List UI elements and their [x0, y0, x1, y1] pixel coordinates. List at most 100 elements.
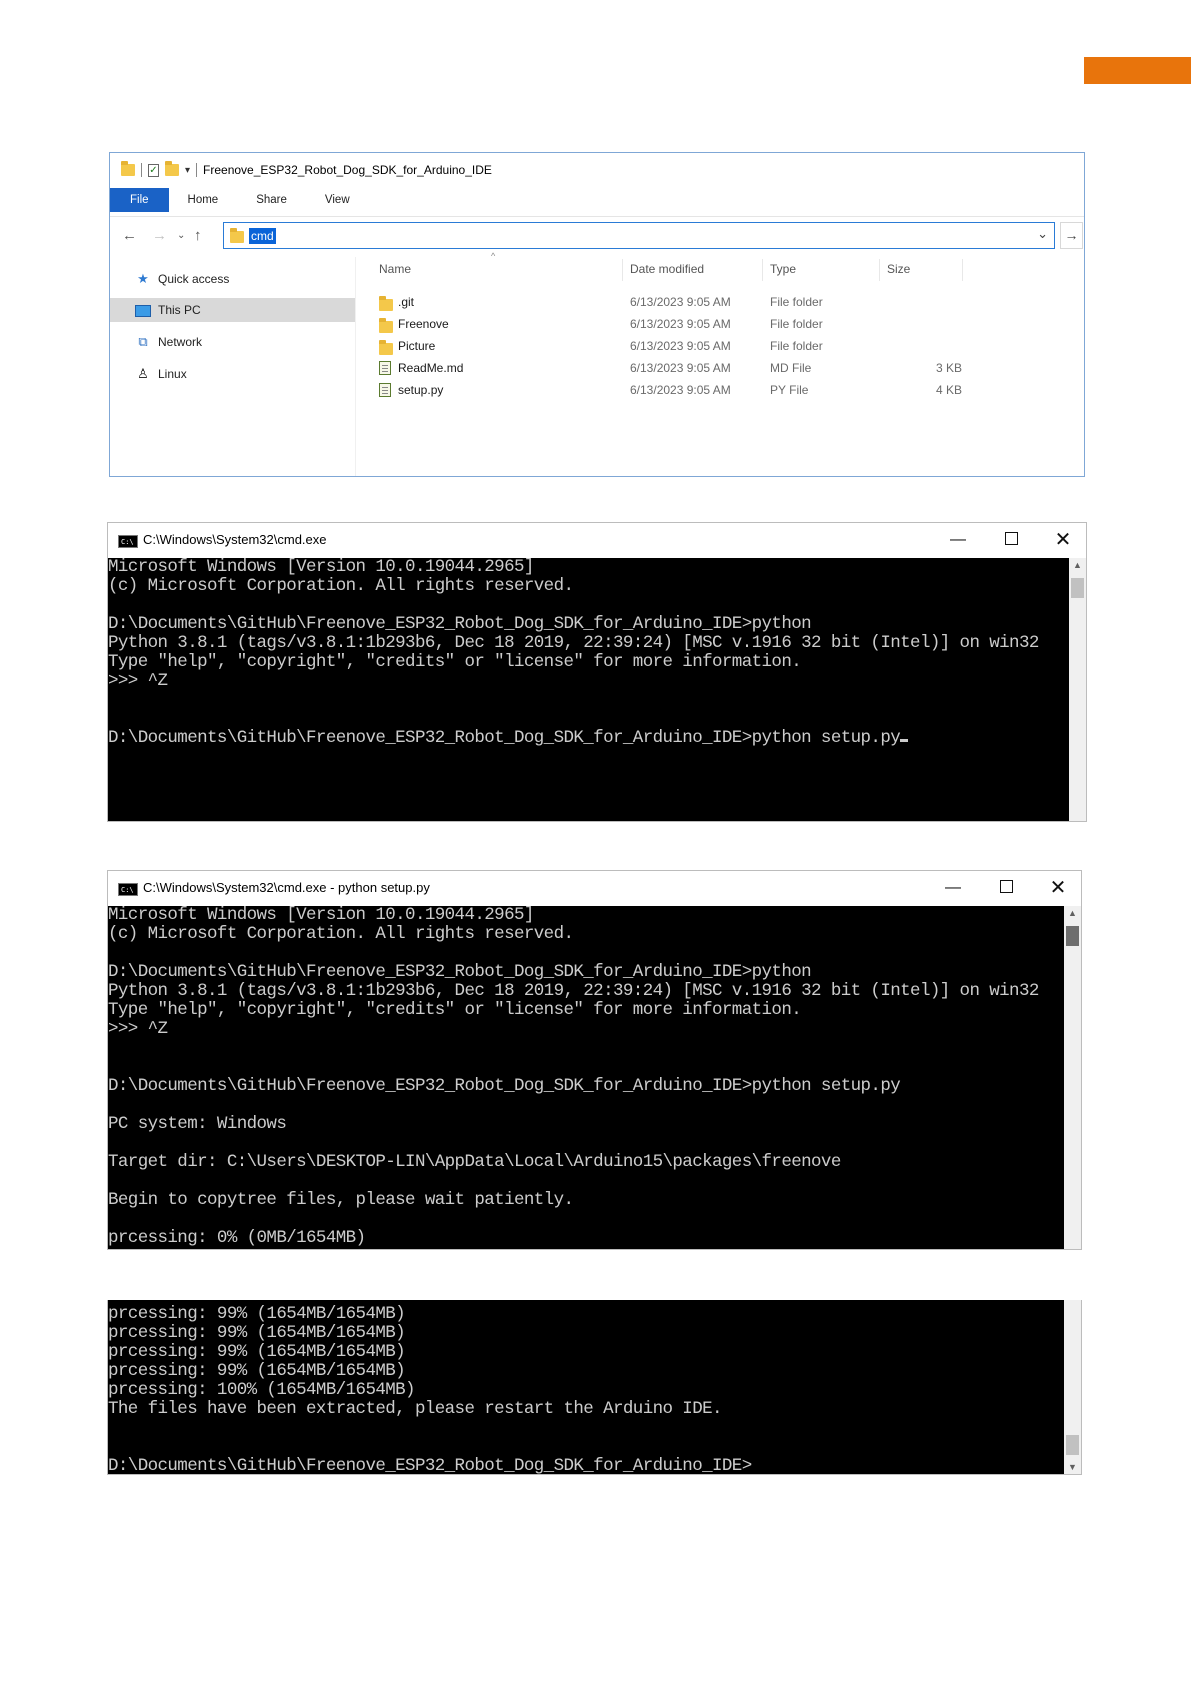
console-area[interactable]: Microsoft Windows [Version 10.0.19044.29…	[108, 558, 1086, 821]
file-row[interactable]: ReadMe.md 6/13/2023 9:05 AM MD File 3 KB	[356, 357, 1084, 379]
scrollbar-thumb[interactable]	[1066, 1435, 1079, 1455]
file-name: ReadMe.md	[398, 361, 464, 375]
nav-item-label: Quick access	[158, 272, 230, 286]
properties-icon[interactable]: ✓	[148, 163, 159, 177]
file-date: 6/13/2023 9:05 AM	[630, 361, 731, 375]
nav-item-quick-access[interactable]: ★ Quick access	[110, 267, 355, 291]
file-size: 4 KB	[935, 383, 962, 397]
scroll-down-arrow-icon[interactable]: ▼	[1064, 1462, 1081, 1472]
new-folder-icon[interactable]	[165, 161, 179, 176]
file-type: PY File	[770, 383, 809, 397]
tab-home[interactable]: Home	[169, 188, 238, 212]
file-date: 6/13/2023 9:05 AM	[630, 317, 731, 331]
address-bar[interactable]: cmd ⌄	[223, 222, 1055, 249]
file-size: 3 KB	[935, 361, 962, 375]
navigation-pane: ★ Quick access This PC ⧉ Network ♙ Linux	[110, 257, 356, 476]
window-title: C:\Windows\System32\cmd.exe - python set…	[143, 880, 430, 895]
column-divider[interactable]	[762, 259, 763, 281]
computer-icon	[135, 298, 151, 325]
scroll-up-arrow-icon[interactable]: ▲	[1069, 560, 1086, 570]
cmd-window-3: prcessing: 99% (1654MB/1654MB) prcessing…	[107, 1300, 1082, 1475]
column-divider[interactable]	[622, 259, 623, 281]
file-row[interactable]: Freenove 6/13/2023 9:05 AM File folder	[356, 313, 1084, 335]
close-icon[interactable]: ✕	[1040, 527, 1086, 553]
nav-item-label: Network	[158, 335, 203, 349]
cmd-icon: C:\	[118, 883, 138, 896]
vertical-scrollbar[interactable]: ▼	[1064, 1300, 1081, 1474]
divider	[196, 163, 198, 177]
console-area[interactable]: Microsoft Windows [Version 10.0.19044.29…	[108, 906, 1081, 1249]
network-icon: ⧉	[138, 334, 148, 349]
file-list: ^ Name Date modified Type Size .git 6/13…	[356, 251, 1084, 476]
column-header-date[interactable]: Date modified	[630, 257, 704, 281]
file-date: 6/13/2023 9:05 AM	[630, 339, 731, 353]
file-type: MD File	[770, 361, 812, 375]
file-date: 6/13/2023 9:05 AM	[630, 295, 731, 309]
file-icon	[379, 382, 391, 404]
minimize-icon[interactable]: —	[930, 875, 976, 901]
up-arrow-icon[interactable]: ↑	[194, 227, 202, 244]
column-header-name[interactable]: Name	[379, 257, 411, 281]
vertical-scrollbar[interactable]: ▲	[1069, 558, 1086, 821]
tab-file[interactable]: File	[110, 188, 169, 212]
file-type: File folder	[770, 339, 823, 353]
file-row[interactable]: .git 6/13/2023 9:05 AM File folder	[356, 291, 1084, 313]
cmd-titlebar: C:\ C:\Windows\System32\cmd.exe — ✕	[108, 523, 1086, 558]
scrollbar-thumb[interactable]	[1071, 578, 1084, 598]
column-divider[interactable]	[879, 259, 880, 281]
nav-item-label: This PC	[158, 303, 201, 317]
console-area[interactable]: prcessing: 99% (1654MB/1654MB) prcessing…	[108, 1300, 1081, 1474]
nav-item-linux[interactable]: ♙ Linux	[110, 362, 355, 386]
file-row[interactable]: Picture 6/13/2023 9:05 AM File folder	[356, 335, 1084, 357]
chevron-down-icon[interactable]: ⌄	[1037, 226, 1048, 242]
maximize-icon[interactable]	[988, 527, 1034, 553]
nav-item-label: Linux	[158, 367, 187, 381]
customize-toolbar-icon[interactable]: ▾	[185, 165, 190, 176]
file-type: File folder	[770, 317, 823, 331]
file-name: .git	[398, 295, 415, 309]
cmd-window-2: C:\ C:\Windows\System32\cmd.exe - python…	[107, 870, 1082, 1250]
column-header-size[interactable]: Size	[887, 257, 910, 281]
tab-view[interactable]: View	[306, 188, 369, 212]
console-output: Microsoft Windows [Version 10.0.19044.29…	[108, 557, 1039, 748]
file-name: Picture	[398, 339, 436, 353]
address-row: ← → ⌄ ↑ cmd ⌄ →	[110, 216, 1084, 255]
file-name: Freenove	[398, 317, 449, 331]
folder-icon[interactable]	[121, 161, 135, 176]
text-cursor	[900, 739, 909, 742]
close-icon[interactable]: ✕	[1035, 875, 1081, 901]
folder-icon	[230, 228, 244, 243]
forward-arrow-icon[interactable]: →	[152, 227, 167, 244]
cmd-window-1: C:\ C:\Windows\System32\cmd.exe — ✕ Micr…	[107, 522, 1087, 822]
sort-ascending-icon: ^	[491, 251, 496, 261]
nav-item-network[interactable]: ⧉ Network	[110, 330, 355, 354]
cmd-icon: C:\	[118, 535, 138, 548]
address-input[interactable]: cmd	[249, 228, 276, 244]
column-divider[interactable]	[962, 259, 963, 281]
nav-item-this-pc[interactable]: This PC	[110, 298, 355, 322]
back-arrow-icon[interactable]: ←	[122, 227, 137, 244]
divider	[141, 163, 142, 177]
file-row[interactable]: setup.py 6/13/2023 9:05 AM PY File 4 KB	[356, 379, 1084, 401]
quick-access-toolbar: ✓ ▾	[121, 161, 198, 177]
column-header-type[interactable]: Type	[770, 257, 796, 281]
linux-penguin-icon: ♙	[137, 366, 149, 381]
tab-share[interactable]: Share	[237, 188, 306, 212]
go-arrow-icon[interactable]: →	[1060, 222, 1083, 249]
file-type: File folder	[770, 295, 823, 309]
vertical-scrollbar[interactable]: ▲	[1064, 906, 1081, 1249]
star-icon: ★	[137, 271, 149, 286]
file-name: setup.py	[398, 383, 444, 397]
window-title: C:\Windows\System32\cmd.exe	[143, 532, 327, 547]
recent-locations-chevron-icon[interactable]: ⌄	[177, 230, 185, 241]
explorer-titlebar: ✓ ▾ Freenove_ESP32_Robot_Dog_SDK_for_Ard…	[110, 153, 1084, 187]
maximize-icon[interactable]	[983, 875, 1029, 901]
console-output: Microsoft Windows [Version 10.0.19044.29…	[108, 905, 1039, 1248]
scrollbar-thumb[interactable]	[1066, 926, 1079, 946]
minimize-icon[interactable]: —	[935, 527, 981, 553]
cmd-titlebar: C:\ C:\Windows\System32\cmd.exe - python…	[108, 871, 1081, 906]
file-date: 6/13/2023 9:05 AM	[630, 383, 731, 397]
scroll-up-arrow-icon[interactable]: ▲	[1064, 908, 1081, 918]
window-title: Freenove_ESP32_Robot_Dog_SDK_for_Arduino…	[203, 163, 492, 177]
file-explorer-window: ✓ ▾ Freenove_ESP32_Robot_Dog_SDK_for_Ard…	[109, 152, 1085, 477]
